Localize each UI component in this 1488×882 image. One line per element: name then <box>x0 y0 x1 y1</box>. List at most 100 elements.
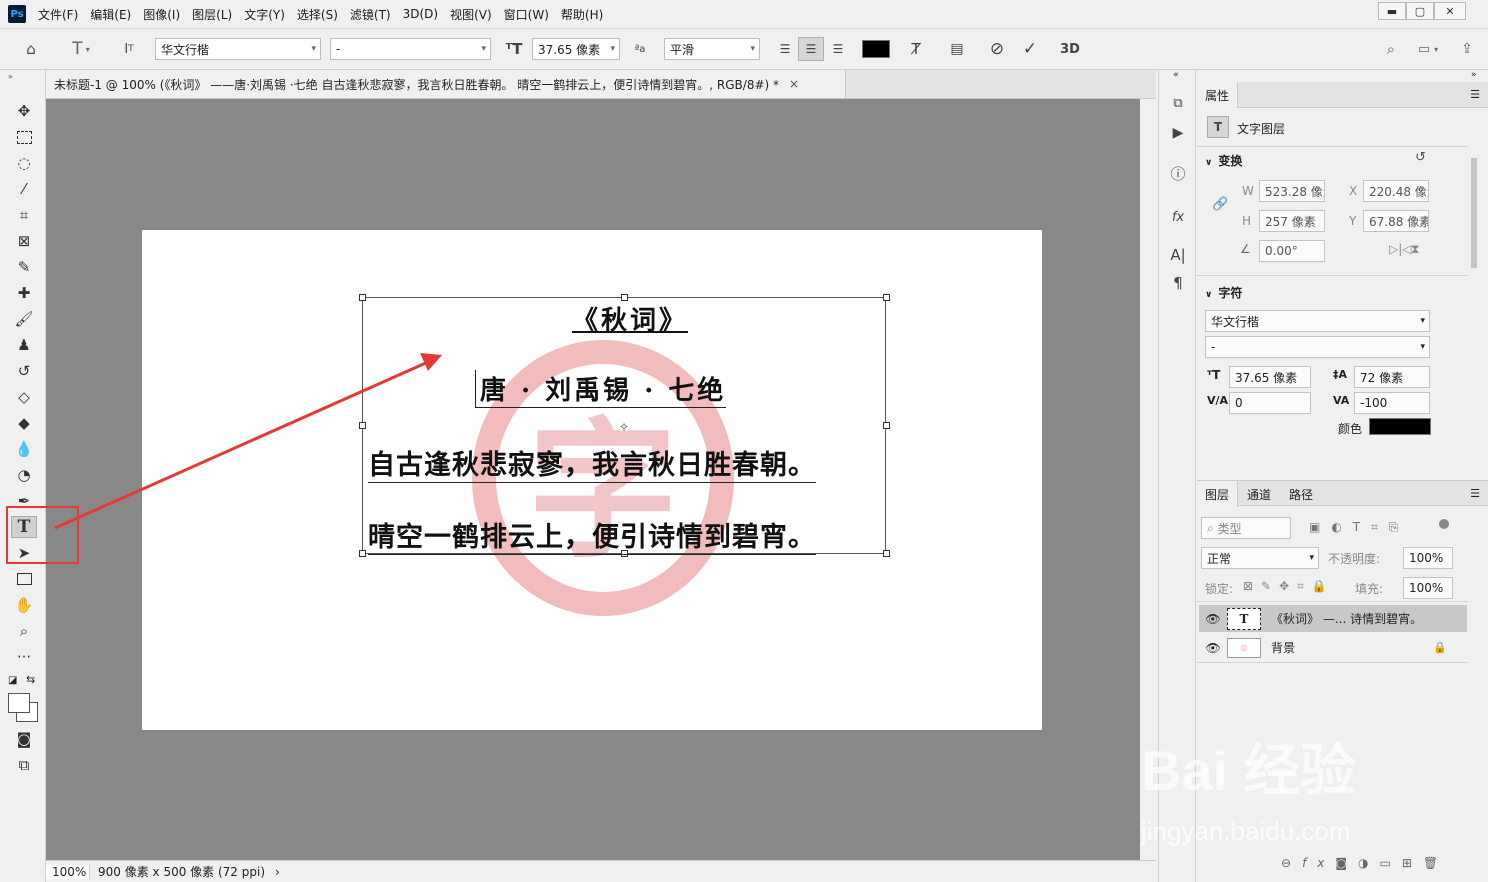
menu-item[interactable]: 文件(F) <box>38 6 78 23</box>
eraser-tool-icon[interactable]: ◇ <box>11 386 37 408</box>
font-size-select[interactable]: 37.65 像素 ▾ <box>532 38 620 60</box>
text-line-verse-1[interactable]: 自古逢秋悲寂寥，我言秋日胜春朝。 <box>368 443 816 483</box>
actions-panel-icon[interactable]: ▶ <box>1167 122 1189 144</box>
default-colors-icon[interactable]: ◪ <box>8 675 17 686</box>
layer-bottom-actions[interactable]: ⊖fx◙◑▭⊞🗑 <box>1281 856 1449 870</box>
align-right-icon[interactable]: ☰ <box>828 38 848 60</box>
fill-field[interactable]: 100% <box>1403 577 1453 599</box>
type-tool-preset-icon[interactable]: T ▾ <box>64 38 98 60</box>
transform-handle-bl[interactable] <box>359 550 366 557</box>
document-canvas[interactable]: 字 ✧ 《秋词》 唐 · 刘禹锡 · 七绝 自古逢秋悲寂寥，我言秋日胜春朝。 晴… <box>142 230 1042 730</box>
font-family-select[interactable]: 华文行楷 ▾ <box>155 38 321 60</box>
text-line-verse-2[interactable]: 晴空一鹤排云上，便引诗情到碧宵。 <box>368 515 816 555</box>
menu-item[interactable]: 图像(I) <box>143 6 180 23</box>
quick-mask-icon[interactable]: ◙ <box>11 728 37 750</box>
layer-filter-select[interactable]: ⌕ 类型 <box>1201 517 1291 539</box>
move-tool-icon[interactable]: ✥ <box>11 100 37 122</box>
menu-item[interactable]: 3D(D) <box>403 7 438 21</box>
frame-tool-icon[interactable]: ⊠ <box>11 230 37 252</box>
menu-item[interactable]: 窗口(W) <box>504 6 549 23</box>
more-tools-icon[interactable]: ··· <box>11 646 37 668</box>
workspace-icon[interactable]: ▭ ▾ <box>1410 38 1446 60</box>
paragraph-panel-icon[interactable]: ¶ <box>1167 272 1189 294</box>
kerning-field[interactable]: 0 <box>1229 392 1311 414</box>
warp-text-icon[interactable]: Ⱦ <box>905 38 927 60</box>
layer-row-background[interactable]: 👁 ◎ 背景 🔒 <box>1199 634 1467 661</box>
text-color-swatch[interactable] <box>862 40 890 58</box>
styles-panel-icon[interactable]: fx <box>1167 206 1189 228</box>
visibility-eye-icon[interactable]: 👁 <box>1199 641 1227 655</box>
tab-layers[interactable]: 图层 <box>1197 481 1239 507</box>
leading-field[interactable]: 72 像素 <box>1354 366 1430 388</box>
character-panel-strip-icon[interactable]: A| <box>1167 244 1189 266</box>
info-panel-icon[interactable]: ⓘ <box>1167 162 1189 184</box>
prop-font-family-select[interactable]: 华文行楷 ▾ <box>1205 310 1430 332</box>
align-left-icon[interactable]: ☰ <box>775 38 795 60</box>
document-tab[interactable]: 未标题-1 @ 100% (《秋词》 ——唐·刘禹锡 ·七绝 自古逢秋悲寂寥，我… <box>46 70 846 98</box>
screen-mode-icon[interactable]: ⧉ <box>11 754 37 776</box>
tab-properties[interactable]: 属性 <box>1197 82 1239 108</box>
character-section-title[interactable]: ∨ 字符 <box>1205 284 1242 301</box>
commit-edit-icon[interactable]: ✓ <box>1019 38 1041 60</box>
transform-handle-tl[interactable] <box>359 294 366 301</box>
dodge-tool-icon[interactable]: ◔ <box>11 464 37 486</box>
search-icon[interactable]: ⌕ <box>1380 38 1402 60</box>
cancel-edit-icon[interactable]: ⊘ <box>986 38 1008 60</box>
magic-wand-tool-icon[interactable]: ⁄ <box>11 178 37 200</box>
minimize-button[interactable]: ▬ <box>1378 2 1406 20</box>
height-field[interactable]: 257 像素 <box>1259 210 1325 232</box>
tab-channels[interactable]: 通道 <box>1239 481 1279 507</box>
character-panel-icon[interactable]: ▤ <box>946 38 968 60</box>
hand-tool-icon[interactable]: ✋ <box>11 594 37 616</box>
marquee-tool-icon[interactable] <box>11 126 37 148</box>
status-info-arrow[interactable]: › <box>275 865 280 879</box>
angle-field[interactable]: 0.00° <box>1259 240 1325 262</box>
close-tab-icon[interactable]: × <box>789 77 799 91</box>
transform-handle-l[interactable] <box>359 422 366 429</box>
transform-section-title[interactable]: ∨ 变换 <box>1205 152 1242 169</box>
menu-item[interactable]: 视图(V) <box>450 6 492 23</box>
restore-button[interactable]: ▢ <box>1406 2 1434 20</box>
menu-item[interactable]: 编辑(E) <box>90 6 131 23</box>
y-field[interactable]: 67.88 像素 <box>1363 210 1429 232</box>
collapse-panels-icon[interactable]: « <box>1173 70 1179 80</box>
opacity-field[interactable]: 100% <box>1403 547 1453 569</box>
font-style-select[interactable]: - ▾ <box>330 38 491 60</box>
transform-handle-tr[interactable] <box>883 294 890 301</box>
layer-filter-icons[interactable]: ▣◐T⌗⎘ <box>1309 520 1410 535</box>
text-line-author[interactable]: 唐 · 刘禹锡 · 七绝 <box>475 370 727 408</box>
lasso-tool-icon[interactable]: ◌ <box>11 152 37 174</box>
prop-font-size-field[interactable]: 37.65 像素 <box>1229 366 1311 388</box>
clone-stamp-tool-icon[interactable]: ♟ <box>11 334 37 356</box>
prop-font-style-select[interactable]: - ▾ <box>1205 336 1430 358</box>
paint-bucket-tool-icon[interactable]: ◆ <box>11 412 37 434</box>
history-panel-icon[interactable]: ⧉ <box>1167 92 1189 114</box>
reset-transform-icon[interactable]: ↺ <box>1415 150 1426 165</box>
rectangle-tool-icon[interactable] <box>11 568 37 590</box>
crop-tool-icon[interactable]: ⌗ <box>11 204 37 226</box>
menu-item[interactable]: 文字(Y) <box>244 6 285 23</box>
x-field[interactable]: 220.48 像素 <box>1363 180 1429 202</box>
home-icon[interactable]: ⌂ <box>20 39 42 59</box>
foreground-color-swatch[interactable] <box>8 693 30 713</box>
history-brush-tool-icon[interactable]: ↺ <box>11 360 37 382</box>
menu-item[interactable]: 选择(S) <box>297 6 338 23</box>
blur-tool-icon[interactable]: 💧 <box>11 438 37 460</box>
visibility-eye-icon[interactable]: 👁 <box>1199 612 1227 626</box>
align-center-icon[interactable]: ☰ <box>798 37 824 61</box>
brush-tool-icon[interactable]: 🖌 <box>11 308 37 330</box>
filter-toggle-icon[interactable] <box>1439 519 1449 529</box>
character-color-swatch[interactable] <box>1369 418 1431 435</box>
swap-colors-icon[interactable]: ⇆ <box>26 673 35 686</box>
flip-vertical-icon[interactable]: ⧗ <box>1411 242 1419 257</box>
layer-row-text[interactable]: 👁 T 《秋词》 —... 诗情到碧宵。 <box>1199 605 1467 632</box>
menu-item[interactable]: 滤镜(T) <box>350 6 391 23</box>
collapse-right-panel-icon[interactable]: » <box>1471 70 1477 80</box>
lock-icons[interactable]: ⊠✎✥⌗🔒 <box>1243 579 1335 594</box>
tracking-field[interactable]: -100 <box>1354 392 1430 414</box>
layer-name[interactable]: 《秋词》 —... 诗情到碧宵。 <box>1271 610 1422 627</box>
transform-handle-br[interactable] <box>883 550 890 557</box>
3d-button[interactable]: 3D <box>1058 38 1082 60</box>
blend-mode-select[interactable]: 正常 ▾ <box>1201 547 1319 569</box>
zoom-tool-icon[interactable]: ⌕ <box>11 620 37 642</box>
